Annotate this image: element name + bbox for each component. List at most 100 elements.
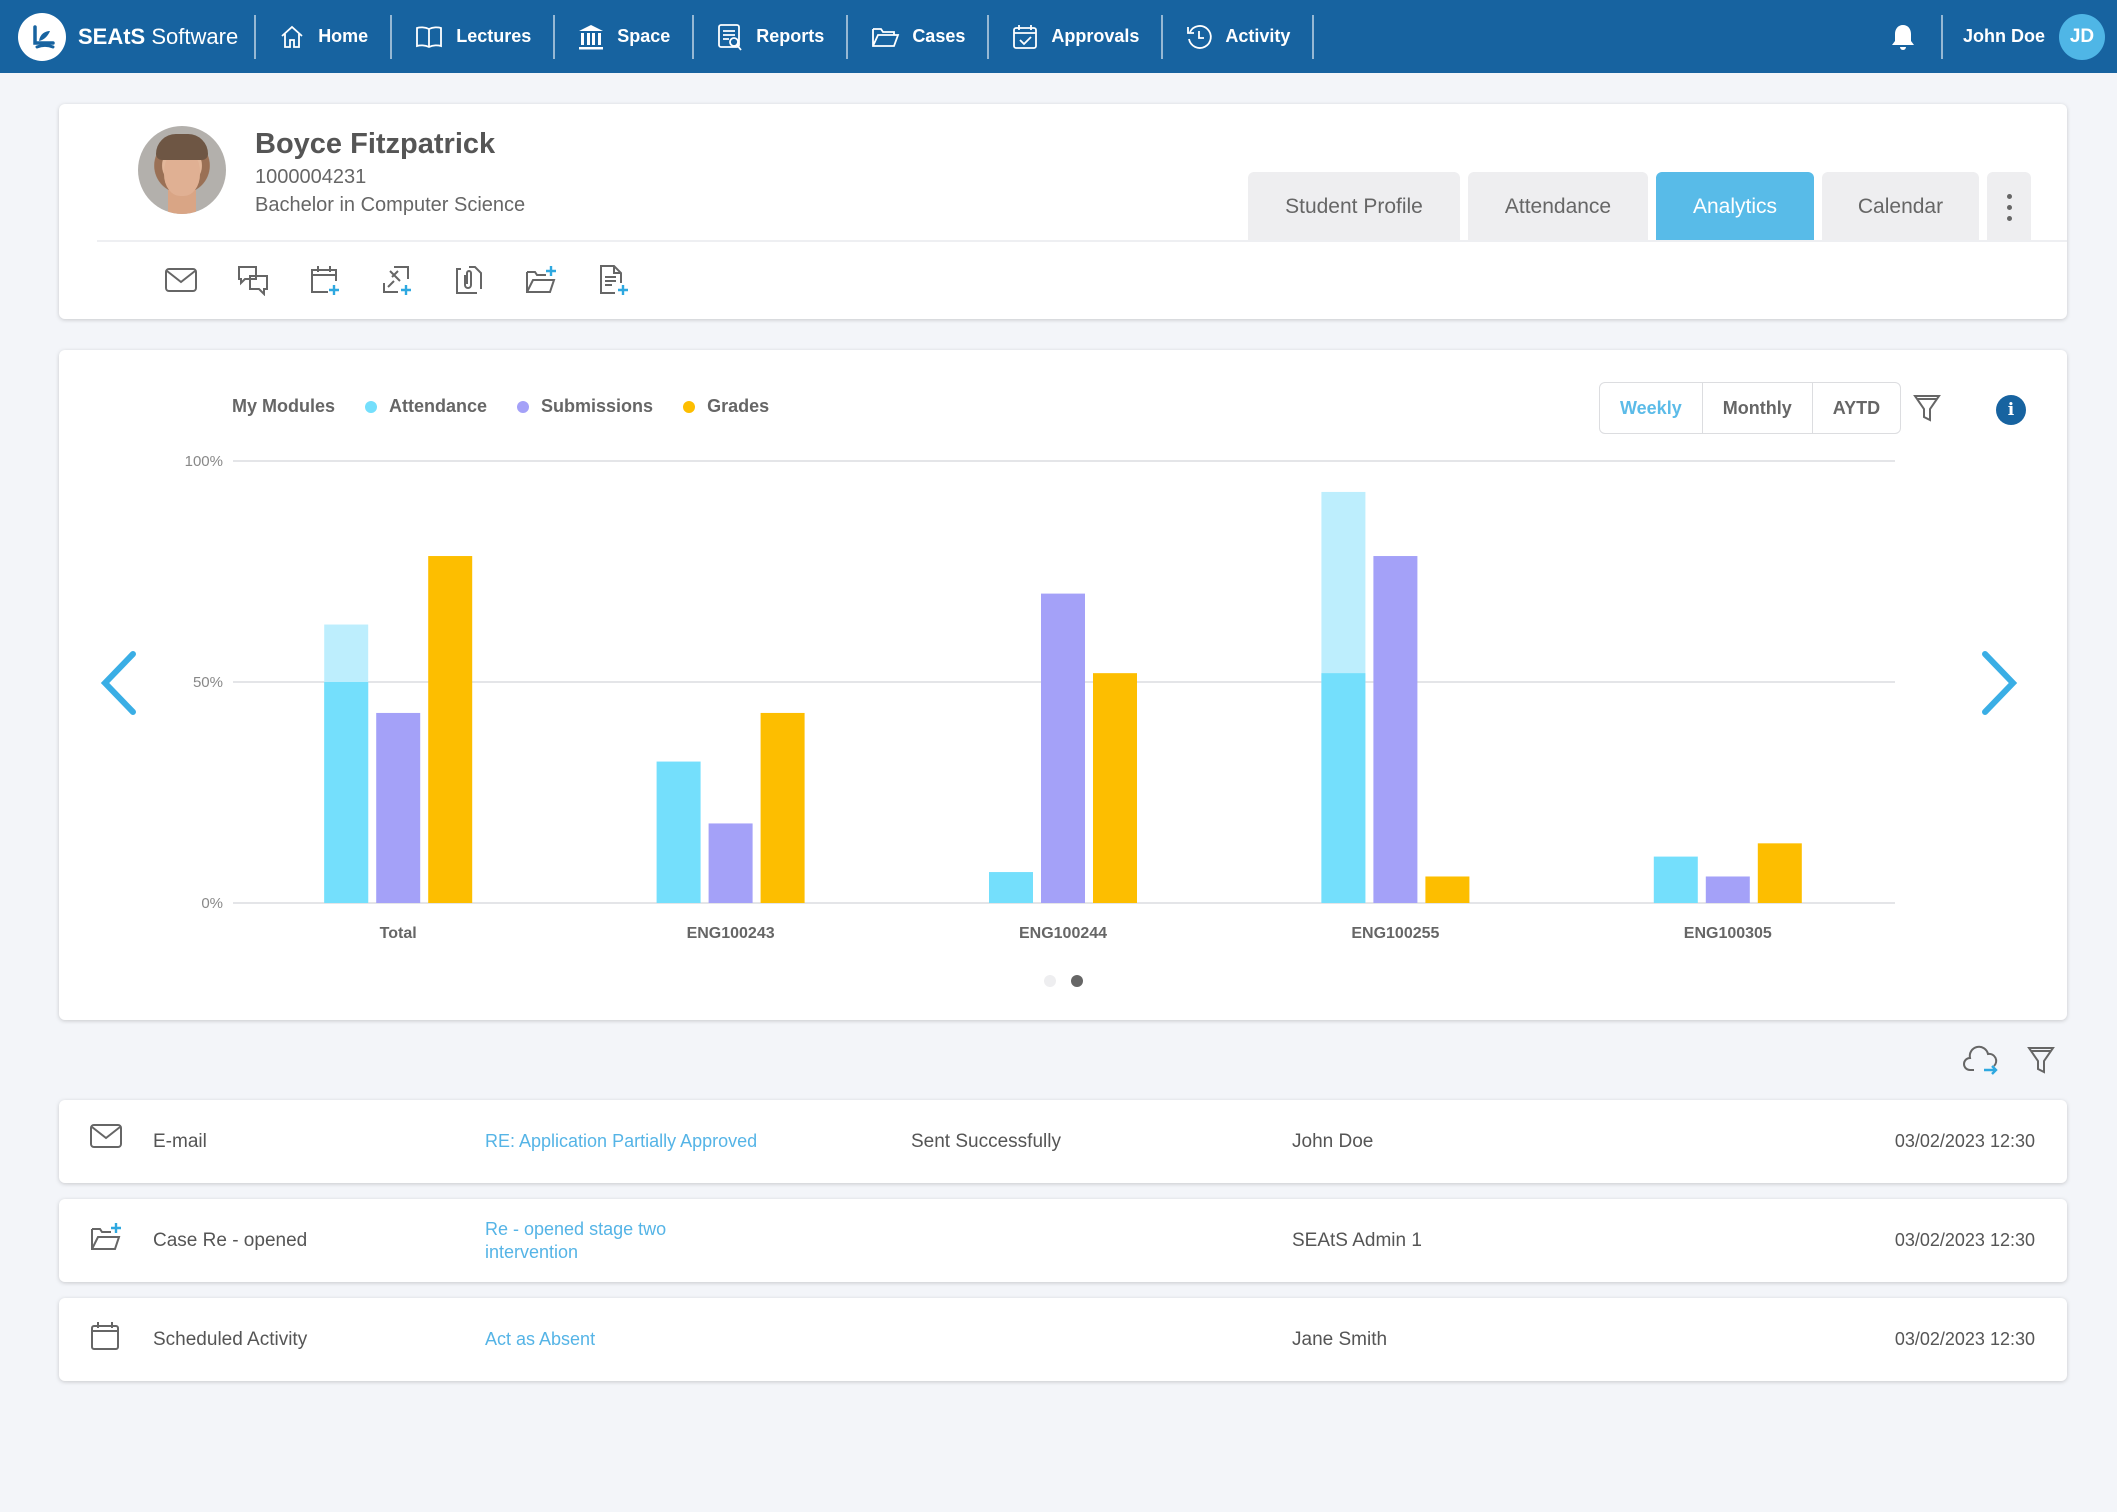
activity-row[interactable]: E-mail RE: Application Partially Approve… <box>59 1100 2067 1183</box>
add-case-button[interactable] <box>523 262 559 298</box>
add-calendar-event-button[interactable] <box>307 262 343 298</box>
notifications-button[interactable] <box>1889 22 1917 52</box>
module-analytics-chart: 0% 50% 100% Total ENG100243 ENG100244 ENG10025… <box>185 453 1895 942</box>
grades-bar <box>760 712 805 903</box>
nav-activity[interactable]: Activity <box>1163 0 1312 73</box>
submissions-bar <box>1373 556 1418 903</box>
period-aytd-button[interactable]: AYTD <box>1811 383 1900 433</box>
calendar-check-icon <box>1013 24 1038 49</box>
submissions-dot-icon <box>517 400 530 413</box>
page-dot-2[interactable] <box>1071 975 1083 987</box>
export-button[interactable] <box>1962 1044 2002 1076</box>
submissions-bar <box>708 823 753 903</box>
send-message-button[interactable] <box>235 262 271 298</box>
attendance-bar <box>1653 856 1698 903</box>
activity-type: E-mail <box>153 1130 207 1152</box>
activity-user: John Doe <box>1292 1130 1374 1152</box>
tab-student-profile[interactable]: Student Profile <box>1248 172 1460 242</box>
nav-cases-label: Cases <box>912 26 966 46</box>
document-add-icon <box>600 265 628 295</box>
mail-icon <box>90 1124 122 1148</box>
tab-calendar[interactable]: Calendar <box>1822 172 1979 242</box>
y-tick-label: 0% <box>201 895 223 912</box>
grades-bar <box>1757 843 1802 903</box>
top-navigation-bar: SEAtS Software Home Lectures Space Repor… <box>0 0 2117 73</box>
attendance-bar <box>656 761 701 903</box>
report-icon <box>718 23 742 51</box>
bell-icon <box>1891 24 1914 50</box>
tab-analytics[interactable]: Analytics <box>1656 172 1814 242</box>
page-dot-1[interactable] <box>1044 975 1056 987</box>
student-profile-card: Boyce Fitzpatrick 1000004231 Bachelor in… <box>59 104 2067 319</box>
nav-lectures[interactable]: Lectures <box>392 0 553 73</box>
student-photo <box>138 126 226 214</box>
more-options-button[interactable] <box>1987 172 2031 242</box>
period-weekly-button[interactable]: Weekly <box>1600 383 1702 433</box>
student-course: Bachelor in Computer Science <box>255 194 526 216</box>
activity-status: Sent Successfully <box>911 1130 1061 1152</box>
period-toggle: Weekly Monthly AYTD <box>1599 382 1902 434</box>
brand-logo[interactable]: SEAtS Software <box>0 0 254 73</box>
pin-add-icon <box>383 266 411 295</box>
activity-link[interactable]: RE: Application Partially Approved <box>485 1130 805 1153</box>
legend-grades[interactable]: Grades <box>683 396 769 417</box>
info-button[interactable]: i <box>1996 395 2026 425</box>
add-note-button[interactable] <box>595 262 631 298</box>
activity-date: 03/02/2023 12:30 <box>1894 1230 2035 1250</box>
add-pin-button[interactable] <box>379 262 415 298</box>
legend-submissions[interactable]: Submissions <box>517 396 653 417</box>
user-avatar[interactable]: JD <box>2059 13 2105 60</box>
nav-divider <box>1940 14 1943 59</box>
activity-type: Scheduled Activity <box>153 1328 308 1350</box>
chart-next-button[interactable] <box>1977 648 2021 723</box>
logo-icon <box>18 12 66 61</box>
nav-reports-label: Reports <box>756 26 825 46</box>
x-tick-label: Total <box>380 925 417 942</box>
legend-grades-label: Grades <box>707 396 770 416</box>
send-email-button[interactable] <box>163 262 199 298</box>
nav-space[interactable]: Space <box>555 0 692 73</box>
profile-tabs: Student Profile Attendance Analytics Cal… <box>1248 172 2031 242</box>
filter-icon <box>1913 395 1941 422</box>
activity-row[interactable]: Scheduled Activity Act as Absent Jane Sm… <box>59 1298 2067 1381</box>
user-area: John Doe JD <box>1889 0 2117 73</box>
y-tick-label: 100% <box>185 453 223 470</box>
folder-add-icon <box>526 266 556 293</box>
y-tick-label: 50% <box>193 674 223 691</box>
nav-home[interactable]: Home <box>256 0 390 73</box>
legend-attendance[interactable]: Attendance <box>365 396 487 417</box>
activity-date: 03/02/2023 12:30 <box>1894 1131 2035 1151</box>
nav-divider <box>1312 14 1315 59</box>
attachment-icon <box>456 266 482 294</box>
x-tick-label: ENG100255 <box>1351 925 1439 942</box>
submissions-bar <box>376 712 421 903</box>
tab-attendance[interactable]: Attendance <box>1468 172 1648 242</box>
nav-lectures-label: Lectures <box>456 26 532 46</box>
chart-previous-button[interactable] <box>97 648 141 723</box>
grades-dot-icon <box>683 400 696 413</box>
nav-approvals[interactable]: Approvals <box>989 0 1161 73</box>
student-id: 1000004231 <box>255 166 367 188</box>
nav-cases[interactable]: Cases <box>848 0 987 73</box>
activity-user: SEAtS Admin 1 <box>1292 1229 1422 1251</box>
home-icon <box>281 25 303 48</box>
activity-link[interactable]: Act as Absent <box>485 1328 705 1351</box>
x-tick-label: ENG100244 <box>1019 925 1107 942</box>
nav-space-label: Space <box>617 26 671 46</box>
nav-reports[interactable]: Reports <box>694 0 846 73</box>
quick-actions <box>163 262 631 298</box>
add-attachment-button[interactable] <box>451 262 487 298</box>
activity-filter-button[interactable] <box>2026 1044 2056 1076</box>
chart-filter-button[interactable] <box>1912 392 1942 429</box>
legend-title: My Modules <box>232 396 336 416</box>
activity-row[interactable]: Case Re - opened Re - opened stage two i… <box>59 1199 2067 1282</box>
history-icon <box>1187 24 1213 49</box>
calendar-add-icon <box>311 266 339 295</box>
activity-link[interactable]: Re - opened stage two intervention <box>485 1218 705 1264</box>
attendance-bar <box>324 682 369 903</box>
activity-toolbar <box>1962 1044 2056 1076</box>
nav-home-label: Home <box>318 26 369 46</box>
user-name[interactable]: John Doe <box>1963 26 2045 47</box>
submissions-bar <box>1041 593 1085 903</box>
period-monthly-button[interactable]: Monthly <box>1701 383 1812 433</box>
